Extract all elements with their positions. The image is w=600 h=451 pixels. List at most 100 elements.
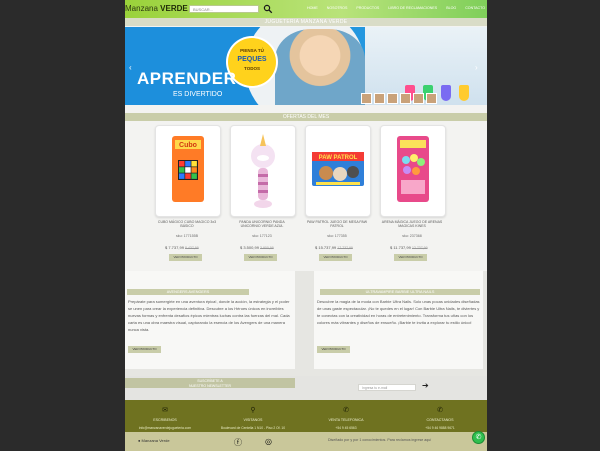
chevron-left-icon[interactable]: ‹ — [129, 63, 132, 72]
product-name[interactable]: ARENA MÁGICA JUEGO DE ARENAS MAGICAS KIN… — [380, 220, 444, 232]
view-product-button[interactable]: VER PRODUCTO — [319, 254, 352, 261]
product-image: Cubo — [172, 136, 204, 202]
flask-image — [459, 85, 469, 101]
feature-text: Descubre la magia de la moda con Barbie … — [317, 299, 480, 326]
footer-item-phone-sales[interactable]: ✆ VENTA TELEFONICA +54 9 45 6563 — [306, 406, 386, 430]
newsletter-label: SUSCRÍBETE A NUESTRO NEWSLETTER — [125, 378, 295, 388]
logo[interactable]: Manzana VERDE — [125, 4, 188, 13]
price-current: 11.737,99 — [393, 245, 411, 250]
feature-text: Prepárate para sumergirte en una aventur… — [128, 299, 290, 333]
copyright-text[interactable]: Diseñado por y por 1 conocimientos. Para… — [328, 438, 431, 442]
product-image — [251, 134, 275, 208]
location-icon: ⚲ — [250, 407, 256, 414]
footer-label: VENTA TELEFONICA — [328, 418, 364, 422]
product-price: $ 7.737,99 8.437,99 — [165, 245, 199, 250]
footer-value[interactable]: +54 9 45 6563 — [306, 426, 386, 430]
product-price: $ 15.737,99 17.737,99 — [315, 245, 353, 250]
search-icon[interactable] — [263, 4, 273, 14]
hero-subline: ES DIVERTIDO — [173, 91, 223, 98]
whatsapp-icon[interactable]: ✆ — [472, 431, 485, 444]
hero-thumbnails — [361, 93, 437, 104]
product-name[interactable]: PANDA UNICORNIO PANDA UNICORNIO VERDE AZ… — [230, 220, 294, 232]
product-grid: Cubo CUBO MÁGICO CUBO MAGICO 3x3 BÁSICO … — [155, 125, 455, 261]
product-sku: sku: 177355 — [327, 234, 347, 238]
product-image-frame[interactable] — [230, 125, 296, 217]
chevron-right-icon[interactable]: › — [475, 63, 478, 72]
main-nav: HOME NOSOTROS PRODUCTOS LIBRO DE RECLAMA… — [307, 6, 485, 10]
apple-icon: ● — [138, 438, 141, 443]
product-price: $ 11.737,99 12.737,99 — [390, 245, 428, 250]
newsletter: SUSCRÍBETE A NUESTRO NEWSLETTER Ingresa … — [125, 376, 487, 400]
product-card[interactable]: Cubo CUBO MÁGICO CUBO MAGICO 3x3 BÁSICO … — [155, 125, 221, 261]
product-sku: sku: 177123 — [252, 234, 272, 238]
product-image-frame[interactable]: PAW PATROL — [305, 125, 371, 217]
price-old: 8.437,99 — [185, 246, 199, 250]
feature-title: AVENGERS AVENGERS — [127, 289, 249, 295]
product-name[interactable]: PAW PATROL JUEGO DE MESA PAW PATROL — [305, 220, 369, 232]
thumbnail[interactable] — [387, 93, 398, 104]
thumbnail[interactable] — [361, 93, 372, 104]
view-product-button[interactable]: VER PRODUCTO — [394, 254, 427, 261]
price-current: 15.737,99 — [318, 245, 337, 250]
nav-item-contacto[interactable]: CONTACTO — [465, 6, 485, 10]
footer-label: VISITANOS — [243, 418, 263, 422]
view-product-button[interactable]: VER PRODUCTO — [128, 346, 161, 353]
nav-item-reclamaciones[interactable]: LIBRO DE RECLAMACIONES — [388, 6, 437, 10]
feature-box-avengers: AVENGERS AVENGERS Prepárate para sumergi… — [125, 271, 295, 369]
feature-box-barbie: ULTRAVAMPIRE BARBIE ULTRA NAILS Descubre… — [314, 271, 483, 369]
nav-item-nosotros[interactable]: NOSOTROS — [327, 6, 348, 10]
page: Manzana VERDE BUSCAR... HOME NOSOTROS PR… — [125, 0, 487, 451]
phone-icon: ✆ — [343, 407, 349, 414]
product-sku: sku: 177155B — [176, 234, 198, 238]
product-name[interactable]: CUBO MÁGICO CUBO MAGICO 3x3 BÁSICO — [155, 220, 219, 232]
price-current: 3.500,99 — [243, 245, 259, 250]
hero-headline: APRENDER — [137, 69, 237, 88]
price-old: 17.737,99 — [337, 246, 353, 250]
nav-item-productos[interactable]: PRODUCTOS — [356, 6, 379, 10]
nav-item-home[interactable]: HOME — [307, 6, 318, 10]
footer-label: CONTACTANOS — [426, 418, 454, 422]
instagram-icon[interactable]: ◎ — [265, 437, 272, 446]
footer-brand-text: Manzana Verde — [141, 438, 170, 443]
footer-brand[interactable]: ● Manzana Verde — [138, 438, 170, 443]
arrow-right-icon[interactable]: ➔ — [422, 381, 429, 390]
svg-text:PAW PATROL: PAW PATROL — [319, 155, 358, 161]
price-old: 3.900,99 — [260, 246, 274, 250]
footer-label: ESCRIBENOS — [153, 418, 177, 422]
footer-value[interactable]: info@manzanaverdejugueteria.com — [125, 426, 205, 430]
thumbnail[interactable] — [426, 93, 437, 104]
product-image-frame[interactable]: Cubo — [155, 125, 221, 217]
newsletter-email-input[interactable]: Ingresa tu e-mail — [358, 384, 416, 391]
view-product-button[interactable]: VER PRODUCTO — [244, 254, 277, 261]
logo-text-b: VERDE — [160, 4, 188, 13]
product-image: PAW PATROL — [312, 152, 364, 186]
product-card[interactable]: PAW PATROL PAW PATROL JUEGO DE MESA PAW … — [305, 125, 371, 261]
nav-item-blog[interactable]: BLOG — [446, 6, 456, 10]
product-sku: sku: 237368 — [402, 234, 422, 238]
newsletter-line-2: NUESTRO NEWSLETTER — [188, 383, 231, 388]
footer-item-contact[interactable]: ✆ CONTACTANOS +54 9 46 9888 9671 — [400, 406, 480, 430]
footer-value[interactable]: +54 9 46 9888 9671 — [400, 426, 480, 430]
hero-kid-image — [275, 29, 365, 105]
thumbnail[interactable] — [413, 93, 424, 104]
feature-title: ULTRAVAMPIRE BARBIE ULTRA NAILS — [320, 289, 480, 295]
view-product-button[interactable]: VER PRODUCTO — [317, 346, 350, 353]
flask-image — [441, 85, 451, 101]
product-card[interactable]: PANDA UNICORNIO PANDA UNICORNIO VERDE AZ… — [230, 125, 296, 261]
search-input[interactable]: BUSCAR... — [189, 5, 259, 13]
logo-text-a: Manzana — [125, 4, 158, 13]
thumbnail[interactable] — [400, 93, 411, 104]
store-title: JUGUETERIA MANZANA VERDE — [125, 18, 487, 26]
top-bar: Manzana VERDE BUSCAR... HOME NOSOTROS PR… — [125, 0, 487, 18]
product-price: $ 3.500,99 3.900,99 — [240, 245, 274, 250]
product-image-frame[interactable] — [380, 125, 446, 217]
view-product-button[interactable]: VER PRODUCTO — [169, 254, 202, 261]
price-current: 7.737,99 — [168, 245, 184, 250]
facebook-icon[interactable]: ⓕ — [234, 437, 242, 448]
hero-banner[interactable]: PIENSA TÚ PEQUES TODOS APRENDER ES DIVER… — [125, 27, 487, 105]
footer-item-address[interactable]: ⚲ VISITANOS Boulevard de Centella 1 N10 … — [213, 406, 293, 430]
thumbnail[interactable] — [374, 93, 385, 104]
footer-item-email[interactable]: ✉ ESCRIBENOS info@manzanaverdejugueteria… — [125, 406, 205, 430]
product-card[interactable]: ARENA MÁGICA JUEGO DE ARENAS MAGICAS KIN… — [380, 125, 446, 261]
offers-title: OFERTAS DEL MES — [125, 113, 487, 121]
